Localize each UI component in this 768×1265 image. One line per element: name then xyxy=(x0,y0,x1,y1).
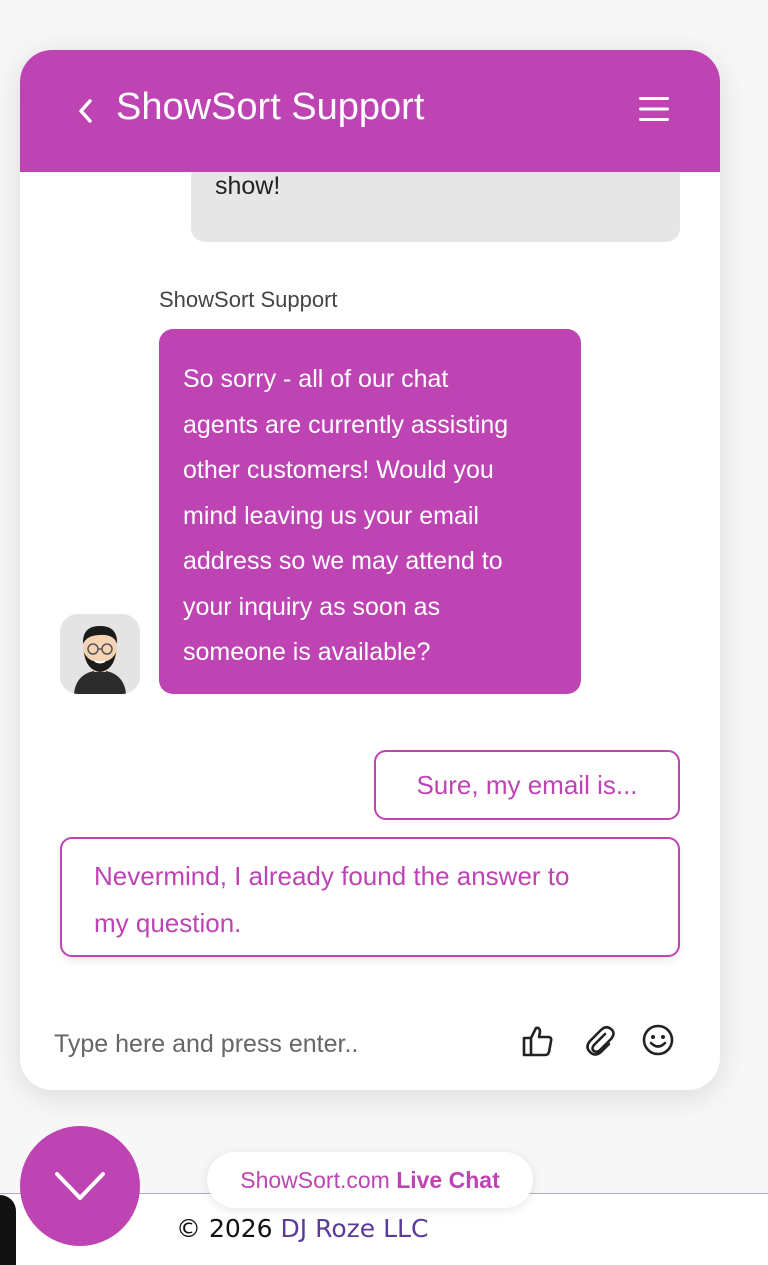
brand-bold: Live Chat xyxy=(396,1167,500,1193)
agent-message-line: someone is available? xyxy=(183,638,431,666)
user-message-text: show! xyxy=(215,172,281,200)
user-message-bubble: show! xyxy=(191,162,680,242)
chat-toggle-button[interactable] xyxy=(20,1126,140,1246)
copyright-prefix: © 2026 xyxy=(176,1214,273,1243)
chevron-down-icon xyxy=(55,1172,105,1200)
agent-message-line: mind leaving us your email xyxy=(183,501,479,530)
agent-message-line: So sorry - all of our chat xyxy=(183,365,449,393)
chat-header: ShowSort Support xyxy=(20,50,720,172)
quick-reply-nevermind-button[interactable]: Nevermind, I already found the answer to… xyxy=(60,837,680,957)
agent-message-bubble: So sorry - all of our chat agents are cu… xyxy=(159,329,581,694)
agent-avatar xyxy=(60,614,140,694)
message-input[interactable] xyxy=(52,1023,496,1065)
agent-message-line: your inquiry as soon as xyxy=(183,592,441,621)
agent-message-line: address so we may attend to xyxy=(183,547,503,575)
agent-message-line: agents are currently assisting xyxy=(183,410,509,439)
company-link[interactable]: DJ Roze LLC xyxy=(281,1214,429,1243)
agent-message-line: other customers! Would you xyxy=(183,456,494,484)
quick-reply-line: my question. xyxy=(94,908,242,938)
live-chat-brand-pill[interactable]: ShowSort.com Live Chat xyxy=(207,1152,533,1208)
hamburger-menu-icon[interactable] xyxy=(637,94,673,126)
quick-reply-line: Nevermind, I already found the answer to xyxy=(94,861,570,891)
brand-prefix: ShowSort.com xyxy=(240,1167,390,1193)
agent-sender-name: ShowSort Support xyxy=(159,287,338,312)
paperclip-icon[interactable] xyxy=(582,1023,618,1059)
thumbs-up-icon[interactable] xyxy=(520,1023,556,1059)
chevron-left-icon[interactable] xyxy=(72,94,98,128)
page-corner-decoration xyxy=(0,1195,16,1265)
quick-reply-email-button[interactable]: Sure, my email is... xyxy=(374,750,680,820)
smiley-icon[interactable] xyxy=(640,1022,676,1058)
agent-avatar-illustration xyxy=(60,614,140,694)
copyright-text: © 2026 DJ Roze LLC xyxy=(176,1214,428,1243)
chat-title: ShowSort Support xyxy=(116,86,425,128)
chat-window: show! ShowSort Support ShowSort Support … xyxy=(20,50,720,1090)
